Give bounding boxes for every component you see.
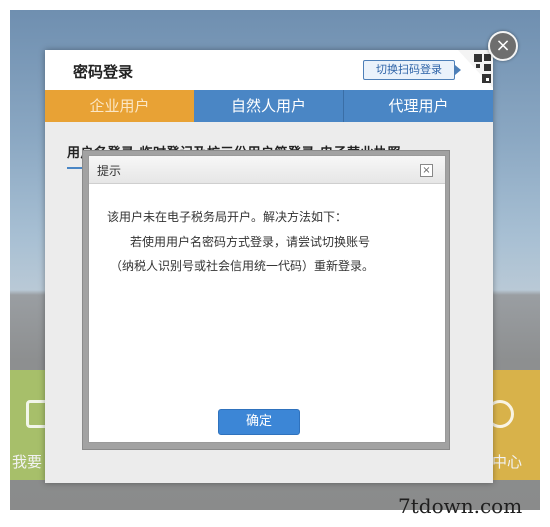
tab-agent-user[interactable]: 代理用户: [344, 90, 493, 122]
close-login-button[interactable]: ×: [488, 31, 518, 61]
dialog-message-line-2: 若使用用户名密码方式登录，请尝试切换账号: [130, 235, 371, 249]
dialog-message-line-3: （纳税人识别号或社会信用统一代码）重新登录。: [110, 259, 375, 273]
background-text-left: 我要: [12, 453, 43, 471]
user-type-tabs: 企业用户 自然人用户 代理用户: [45, 90, 493, 122]
screen: 我要 中心 密码登录 切换扫码登录 企业用户 自然人用户 代理用户 用户名登录 …: [0, 0, 550, 527]
site-watermark: 7tdown.com: [398, 494, 523, 518]
login-card-header: 密码登录 切换扫码登录: [45, 50, 493, 90]
alert-dialog: 提示 × 该用户未在电子税务局开户。解决方法如下： 若使用用户名密码方式登录，请…: [88, 155, 446, 443]
login-card-title: 密码登录: [73, 63, 134, 81]
dialog-close-icon[interactable]: ×: [420, 164, 433, 177]
tab-enterprise-user[interactable]: 企业用户: [45, 90, 194, 122]
dialog-message-line-1: 该用户未在电子税务局开户。解决方法如下：: [107, 210, 348, 224]
confirm-button[interactable]: 确定: [218, 409, 300, 435]
background-text-right: 中心: [491, 453, 522, 471]
switch-qr-login-button[interactable]: 切换扫码登录: [363, 60, 461, 80]
dialog-titlebar: 提示 ×: [89, 156, 445, 184]
qr-code-icon[interactable]: [458, 50, 493, 88]
dialog-title: 提示: [97, 164, 122, 178]
tab-natural-person-user[interactable]: 自然人用户: [194, 90, 344, 122]
